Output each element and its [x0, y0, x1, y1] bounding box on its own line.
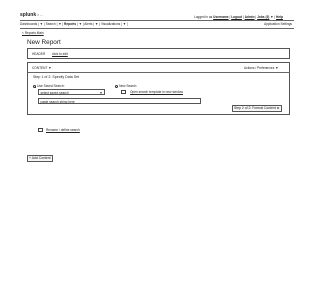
user-menu: Logged in as Username | Logout | Admin |… — [194, 14, 283, 19]
nav-alerts-caret-icon[interactable]: | ▼ | — [93, 22, 100, 26]
actions-menu[interactable]: Actions / Preferences ▼ — [244, 66, 278, 70]
main-nav: Dashboards | ▼ | Search | ▼ | Reports | … — [20, 22, 128, 26]
format-content-label: Step 2 of 2: Format Content — [234, 106, 276, 111]
nav-search[interactable]: Search — [46, 22, 56, 26]
content-panel: CONTENT ▼ Actions / Preferences ▼ Step 1… — [27, 62, 290, 115]
saved-search-select[interactable]: select saved search ▼ — [38, 89, 105, 95]
rename-search-link[interactable]: Rename / define search — [46, 128, 80, 132]
login-text: Logged in as — [194, 14, 213, 19]
content-label: CONTENT — [32, 66, 48, 70]
rename-icon[interactable] — [38, 128, 43, 132]
jobs-link[interactable]: Jobs (3) — [257, 15, 269, 19]
nav-reports[interactable]: Reports — [64, 22, 76, 26]
nav-visualizations[interactable]: Visualizations — [101, 22, 120, 26]
use-saved-search-option[interactable]: Use Saved Search: — [33, 84, 65, 88]
new-search-option[interactable]: New Search — [115, 84, 136, 88]
nav-reports-caret-icon[interactable]: | ▼ | — [77, 22, 84, 26]
use-saved-label: Use Saved Search: — [37, 84, 65, 88]
nav-dashboards[interactable]: Dashboards — [20, 22, 37, 26]
actions-label[interactable]: Actions / Preferences — [244, 66, 274, 70]
nav-visualizations-caret-icon[interactable]: | ▼ | — [121, 22, 128, 26]
header-label: HEADER — [32, 52, 46, 56]
template-window-icon[interactable] — [121, 90, 126, 94]
header-panel: HEADER click to edit — [27, 48, 290, 59]
add-content-button[interactable]: + Add Content — [27, 155, 53, 162]
help-link[interactable]: Help — [276, 15, 283, 19]
nav-dashboards-caret-icon[interactable]: | ▼ | — [38, 22, 45, 26]
top-divider — [20, 20, 294, 21]
nav-search-caret-icon[interactable]: | ▼ | — [57, 22, 64, 26]
new-search-radio[interactable] — [115, 84, 119, 88]
breadcrumb[interactable]: < Reports Main — [22, 31, 44, 35]
saved-search-value: select saved search — [40, 90, 69, 95]
step-title: Step 1 of 2: Specify Data Set — [33, 75, 80, 79]
nav-divider — [20, 27, 294, 28]
use-saved-radio[interactable] — [33, 84, 37, 88]
content-caret-icon[interactable]: ▼ — [48, 66, 51, 70]
app-settings-link[interactable]: Application Settings — [264, 22, 292, 26]
splunk-logo: splunk> ... — [20, 12, 43, 18]
page-title: New Report — [27, 39, 61, 46]
content-divider — [28, 72, 290, 73]
header-edit-link[interactable]: click to edit — [52, 52, 68, 56]
logo-suffix: > ... — [37, 13, 43, 17]
logout-link[interactable]: Logout — [231, 15, 242, 19]
search-string-value: paste search string here — [40, 99, 75, 104]
search-string-input[interactable]: paste search string here — [38, 98, 201, 104]
admin-link[interactable]: Admin — [245, 15, 255, 19]
logo-text: splunk — [20, 12, 37, 18]
open-template-link[interactable]: Open search template in new window — [130, 90, 183, 94]
content-label-group: CONTENT ▼ — [32, 66, 51, 70]
chevron-right-icon: ► — [276, 106, 281, 111]
jobs-caret-icon[interactable]: ▼ — [270, 15, 273, 19]
select-chevron-down-icon[interactable]: ▼ — [99, 91, 102, 95]
nav-alerts[interactable]: Alerts — [84, 22, 92, 26]
format-content-button[interactable]: Step 2 of 2: Format Content ► — [232, 105, 283, 112]
username-link[interactable]: Username — [213, 15, 228, 19]
new-search-label: New Search — [119, 84, 137, 88]
actions-caret-icon[interactable]: ▼ — [275, 66, 278, 70]
